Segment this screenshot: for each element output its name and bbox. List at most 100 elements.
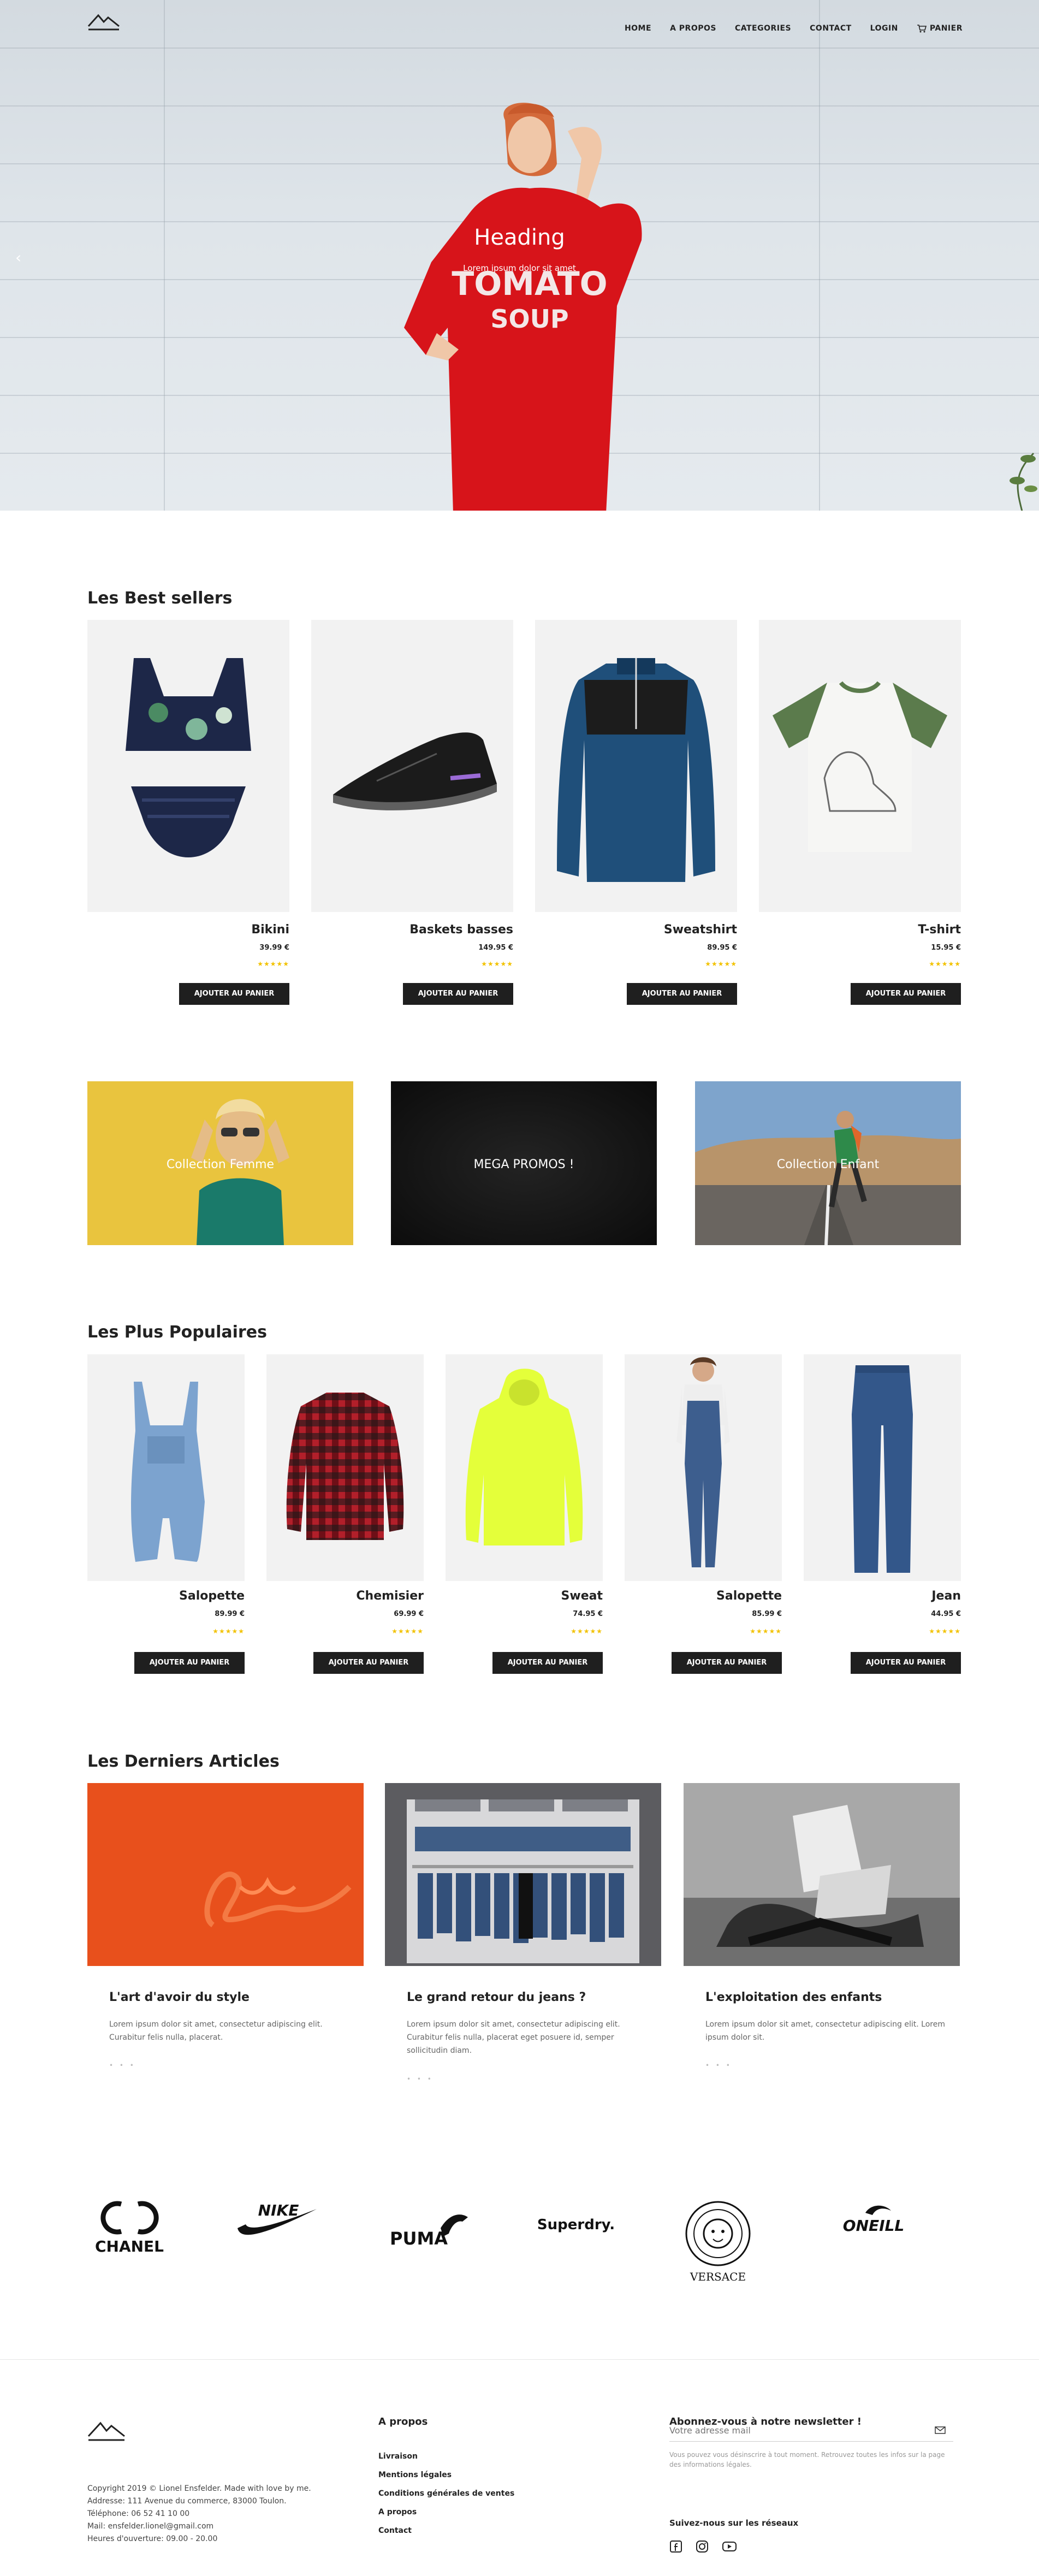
product-name[interactable]: Jean (931, 1589, 961, 1603)
product-image[interactable] (625, 1354, 782, 1581)
add-to-cart-button[interactable]: AJOUTER AU PANIER (851, 1652, 961, 1674)
facebook-icon[interactable] (669, 2540, 682, 2555)
add-to-cart-button[interactable]: AJOUTER AU PANIER (492, 1652, 603, 1674)
article-card: L'art d'avoir du style Lorem ipsum dolor… (87, 1783, 364, 2083)
add-to-cart-button[interactable]: AJOUTER AU PANIER (627, 983, 737, 1005)
newsletter-form (669, 2420, 953, 2442)
product-card: Chemisier 69.99 € ★★★★★ AJOUTER AU PANIE… (266, 1354, 424, 1677)
product-price: 85.99 € (752, 1610, 782, 1618)
rating-stars: ★★★★★ (481, 960, 513, 968)
product-name[interactable]: Sweatshirt (664, 923, 737, 937)
footer-link-livraison[interactable]: Livraison (378, 2447, 514, 2466)
brand-puma-logo[interactable]: PUMA (389, 2206, 471, 2252)
collection-enfant-banner[interactable]: Collection Enfant (695, 1081, 961, 1245)
rating-stars: ★★★★★ (705, 960, 737, 968)
product-price: 149.95 € (478, 944, 513, 952)
product-name[interactable]: Salopette (716, 1589, 782, 1603)
add-to-cart-button[interactable]: AJOUTER AU PANIER (851, 983, 961, 1005)
product-image[interactable] (311, 620, 513, 912)
add-to-cart-button[interactable]: AJOUTER AU PANIER (313, 1652, 424, 1674)
product-name[interactable]: Baskets basses (409, 923, 513, 937)
product-image[interactable] (535, 620, 737, 912)
nav-login[interactable]: LOGIN (870, 24, 898, 33)
product-name[interactable]: Chemisier (356, 1589, 424, 1603)
best-sellers-title: Les Best sellers (87, 589, 233, 608)
footer-link-contact[interactable]: Contact (378, 2521, 514, 2540)
nav-home[interactable]: HOME (625, 24, 651, 33)
footer-phone: Téléphone: 06 52 41 10 00 (87, 2509, 190, 2518)
article-dots: • • • (705, 2062, 732, 2069)
article-image[interactable] (385, 1783, 661, 1966)
product-card: Baskets basses 149.95 € ★★★★★ AJOUTER AU… (311, 620, 513, 1005)
product-image[interactable] (804, 1354, 961, 1581)
plant-image (1010, 452, 1037, 511)
product-image[interactable] (266, 1354, 424, 1581)
product-price: 69.99 € (394, 1610, 424, 1618)
product-price: 89.99 € (215, 1610, 245, 1618)
articles-title: Les Derniers Articles (87, 1752, 280, 1771)
brand-versace-logo[interactable]: VERSACE (682, 2201, 753, 2285)
hero-heading: Heading (474, 225, 565, 250)
collection-label: Collection Enfant (776, 1158, 880, 1171)
collection-label: Collection Femme (166, 1158, 275, 1171)
product-price: 44.95 € (931, 1610, 961, 1618)
article-image[interactable] (87, 1783, 364, 1966)
footer-logo-icon[interactable] (87, 2420, 126, 2442)
article-title[interactable]: L'art d'avoir du style (109, 1991, 250, 2004)
mega-promos-banner[interactable]: MEGA PROMOS ! (391, 1081, 657, 1245)
footer: Copyright 2019 © Lionel Ensfelder. Made … (0, 2359, 1039, 2576)
product-name[interactable]: Sweat (561, 1589, 603, 1603)
page: TOMATO SOUP ‹ Heading Lorem ipsum dolor … (0, 0, 1039, 2576)
article-title[interactable]: Le grand retour du jeans ? (407, 1991, 586, 2004)
footer-link-apropos[interactable]: A propos (378, 2503, 514, 2521)
nav-contact[interactable]: CONTACT (810, 24, 852, 33)
add-to-cart-button[interactable]: AJOUTER AU PANIER (179, 983, 289, 1005)
footer-about-links: Livraison Mentions légales Conditions gé… (378, 2447, 514, 2540)
product-name[interactable]: Bikini (251, 923, 289, 937)
logo-icon[interactable] (87, 12, 120, 31)
add-to-cart-button[interactable]: AJOUTER AU PANIER (134, 1652, 245, 1674)
svg-text:ONEILL: ONEILL (843, 2217, 904, 2235)
article-dots: • • • (407, 2075, 434, 2083)
svg-text:Superdry.: Superdry. (538, 2217, 614, 2233)
footer-copyright: Copyright 2019 © Lionel Ensfelder. Made … (87, 2484, 311, 2493)
social-links (669, 2540, 737, 2555)
article-title[interactable]: L'exploitation des enfants (705, 1991, 882, 2004)
nav-menu: HOME A PROPOS CATEGORIES CONTACT LOGIN P… (625, 24, 963, 33)
product-card: Salopette 89.99 € ★★★★★ AJOUTER AU PANIE… (87, 1354, 245, 1677)
svg-text:PUMA: PUMA (390, 2228, 448, 2249)
envelope-icon[interactable] (935, 2426, 946, 2434)
article-excerpt: Lorem ipsum dolor sit amet, consectetur … (407, 2020, 620, 2055)
product-card: Sweatshirt 89.95 € ★★★★★ AJOUTER AU PANI… (535, 620, 737, 1005)
nav-categories[interactable]: CATEGORIES (735, 24, 791, 33)
brand-oneill-logo[interactable]: ONEILL (830, 2201, 917, 2241)
product-image[interactable] (87, 1354, 245, 1581)
product-image[interactable] (87, 620, 289, 912)
article-dots: • • • (109, 2062, 136, 2069)
cart-label: PANIER (929, 24, 963, 33)
product-price: 39.99 € (259, 944, 289, 952)
add-to-cart-button[interactable]: AJOUTER AU PANIER (403, 983, 513, 1005)
product-image[interactable] (759, 620, 961, 912)
product-name[interactable]: Salopette (179, 1589, 245, 1603)
footer-link-mentions[interactable]: Mentions légales (378, 2466, 514, 2484)
product-card: Sweat 74.95 € ★★★★★ AJOUTER AU PANIER (446, 1354, 603, 1677)
top-navbar: HOME A PROPOS CATEGORIES CONTACT LOGIN P… (0, 0, 1039, 60)
article-card: L'exploitation des enfants Lorem ipsum d… (684, 1783, 960, 2083)
product-image[interactable] (446, 1354, 603, 1581)
collection-femme-banner[interactable]: Collection Femme (87, 1081, 353, 1245)
nav-cart[interactable]: PANIER (917, 24, 963, 33)
article-image[interactable] (684, 1783, 960, 1966)
rating-stars: ★★★★★ (929, 960, 961, 968)
product-name[interactable]: T-shirt (918, 923, 961, 937)
nav-about[interactable]: A PROPOS (670, 24, 716, 33)
collection-label: MEGA PROMOS ! (473, 1158, 574, 1171)
youtube-icon[interactable] (722, 2540, 737, 2555)
footer-link-cgv[interactable]: Conditions générales de ventes (378, 2484, 514, 2503)
brand-chanel-logo[interactable]: CHANEL (87, 2200, 172, 2257)
brand-nike-logo[interactable]: NIKE (235, 2198, 319, 2244)
instagram-icon[interactable] (696, 2540, 709, 2555)
newsletter-email-input[interactable] (669, 2420, 921, 2441)
brand-superdry-logo[interactable]: Superdry. (537, 2211, 615, 2240)
add-to-cart-button[interactable]: AJOUTER AU PANIER (672, 1652, 782, 1674)
